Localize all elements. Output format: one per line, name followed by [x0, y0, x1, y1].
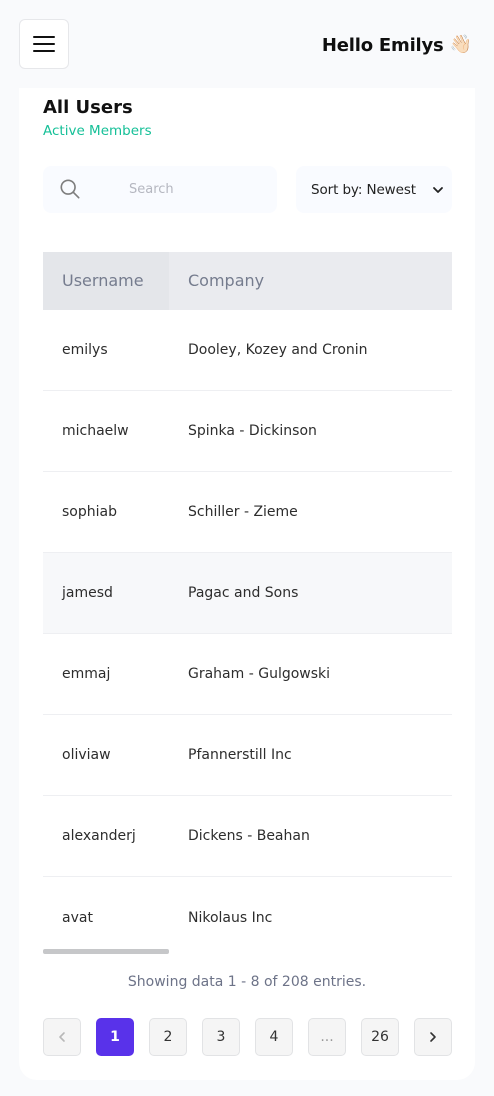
cell-username: avat — [62, 909, 93, 926]
cell-username: emmaj — [62, 666, 111, 682]
greeting: Hello Emilys 👋🏻 — [322, 32, 472, 58]
table-row[interactable]: avat Nikolaus Inc — [43, 877, 452, 958]
table-row[interactable]: alexanderj Dickens - Beahan — [43, 796, 452, 877]
top-bar: Hello Emilys 👋🏻 — [0, 0, 494, 88]
cell-company: Spinka - Dickinson — [188, 423, 317, 439]
table-row[interactable]: oliviaw Pfannerstill Inc — [43, 715, 452, 796]
page-button[interactable]: 3 — [202, 1018, 240, 1056]
next-page-button[interactable] — [414, 1018, 452, 1056]
chevron-down-icon — [433, 187, 443, 193]
cell-username: emilys — [62, 342, 108, 358]
entries-summary: Showing data 1 - 8 of 208 entries. — [127, 974, 367, 990]
cell-company: Pfannerstill Inc — [188, 747, 292, 763]
page-subtitle: Active Members — [43, 123, 152, 139]
page-button[interactable]: 4 — [255, 1018, 293, 1056]
page-title: All Users — [43, 97, 133, 118]
page-button[interactable]: 26 — [361, 1018, 399, 1056]
cell-company: Graham - Gulgowski — [188, 666, 331, 682]
cell-company: Dickens - Beahan — [188, 828, 310, 844]
cell-company: Schiller - Zieme — [188, 504, 298, 520]
users-card: All Users Active Members Sort by: Newest… — [19, 88, 475, 1080]
prev-page-button[interactable] — [43, 1018, 81, 1056]
column-header-company[interactable]: Company — [169, 252, 264, 310]
table-row[interactable]: sophiab Schiller - Zieme — [43, 472, 452, 553]
sort-label: Sort by: Newest — [311, 181, 416, 198]
page-button[interactable]: 1 — [96, 1018, 134, 1056]
search-input[interactable] — [105, 166, 265, 213]
page-ellipsis: ... — [308, 1018, 346, 1056]
chevron-right-icon — [430, 1032, 436, 1042]
cell-username: jamesd — [62, 585, 113, 601]
cell-company: Nikolaus Inc — [188, 909, 273, 926]
column-header-username[interactable]: Username — [43, 252, 169, 310]
hamburger-icon — [33, 36, 55, 53]
menu-button[interactable] — [19, 19, 69, 69]
search-box — [43, 166, 277, 213]
cell-company: Dooley, Kozey and Cronin — [188, 342, 368, 358]
table-header: Username Company — [43, 252, 452, 310]
search-icon — [60, 179, 80, 199]
waving-hand-icon: 👋🏻 — [449, 34, 472, 55]
table-row[interactable]: emilys Dooley, Kozey and Cronin — [43, 310, 452, 391]
table-row[interactable]: michaelw Spinka - Dickinson — [43, 391, 452, 472]
cell-username: michaelw — [62, 423, 129, 439]
users-table: Username Company emilys Dooley, Kozey an… — [43, 252, 452, 958]
table-row[interactable]: jamesd Pagac and Sons — [43, 553, 452, 634]
table-row[interactable]: emmaj Graham - Gulgowski — [43, 634, 452, 715]
pagination: 1 2 3 4 ... 26 — [43, 1018, 452, 1056]
cell-username: alexanderj — [62, 828, 136, 844]
cell-username: oliviaw — [62, 747, 111, 763]
page-button[interactable]: 2 — [149, 1018, 187, 1056]
cell-company: Pagac and Sons — [188, 585, 299, 601]
sort-dropdown[interactable]: Sort by: Newest — [296, 166, 452, 213]
chevron-left-icon — [59, 1032, 65, 1042]
cell-username: sophiab — [62, 504, 117, 520]
greeting-text: Hello Emilys — [321, 34, 444, 56]
horizontal-scrollbar[interactable] — [43, 949, 169, 954]
